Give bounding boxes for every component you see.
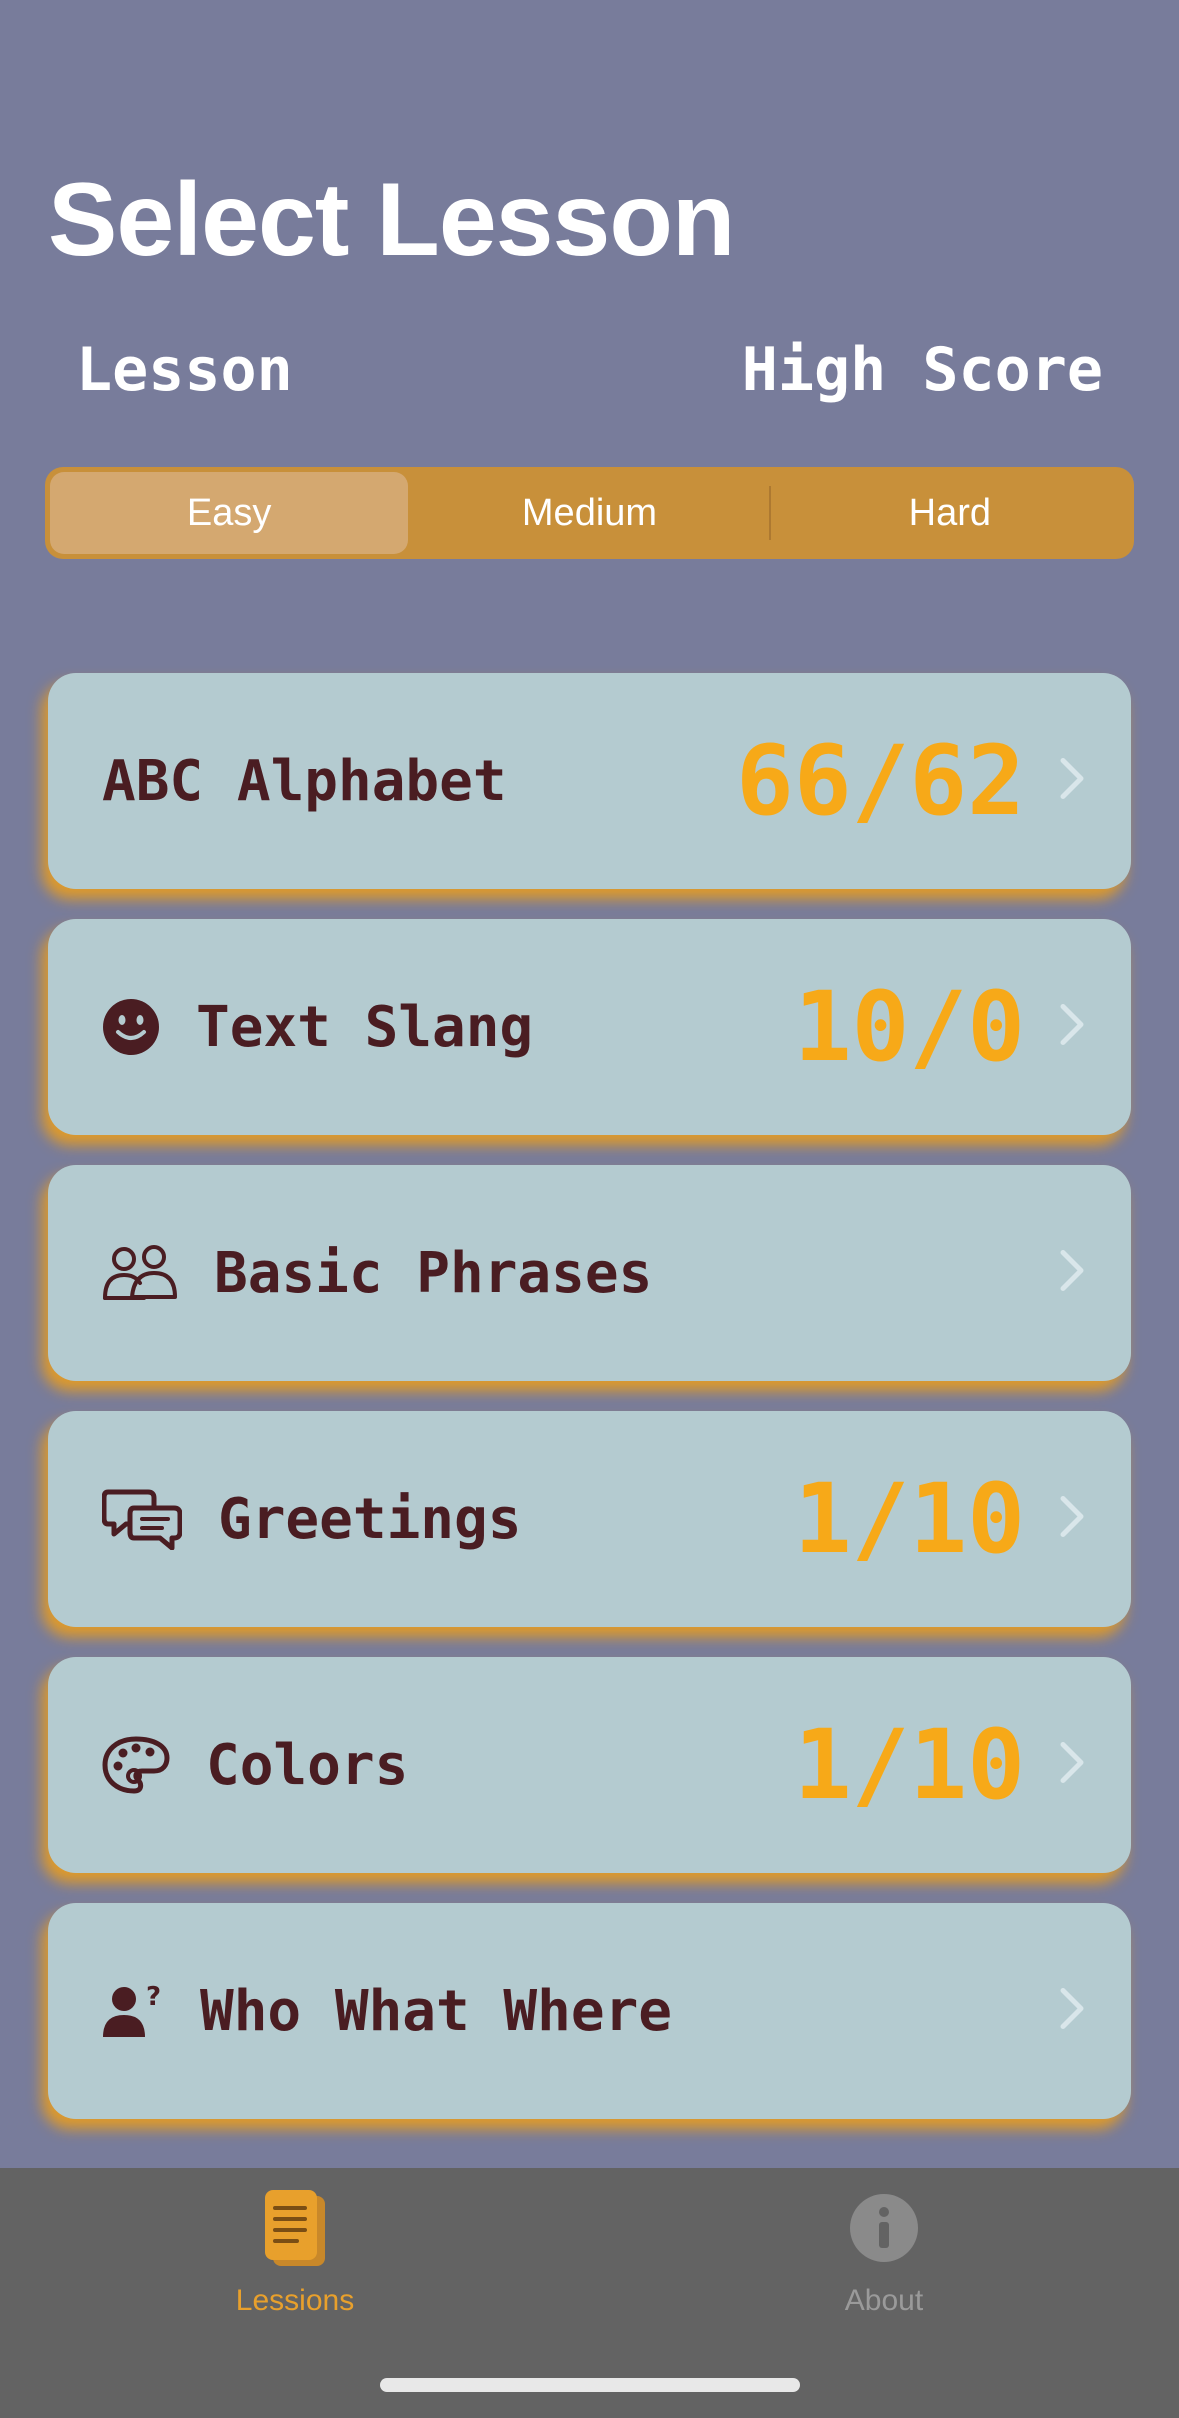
high-score-column-header: High Score	[741, 335, 1103, 405]
chat-bubbles-icon	[102, 1488, 182, 1550]
lesson-score: 10/0	[793, 971, 1025, 1083]
lesson-card-text-slang[interactable]: Text Slang 10/0	[48, 919, 1131, 1135]
lesson-card-basic-phrases[interactable]: Basic Phrases	[48, 1165, 1131, 1381]
chevron-right-icon	[1059, 757, 1085, 806]
lesson-score: 66/62	[736, 725, 1025, 837]
lesson-label: Basic Phrases	[214, 1240, 653, 1306]
tab-about-label: About	[844, 2284, 924, 2317]
segment-easy[interactable]: Easy	[50, 472, 409, 554]
home-indicator[interactable]	[380, 2378, 800, 2392]
lesson-label: Colors	[206, 1732, 409, 1798]
tab-bar: Lessions About	[0, 2168, 1179, 2418]
two-people-icon	[102, 1245, 178, 1301]
palette-icon	[102, 1736, 170, 1794]
segment-medium[interactable]: Medium	[410, 472, 768, 554]
lesson-card-abc-alphabet[interactable]: ABC Alphabet 66/62	[48, 673, 1131, 889]
document-stack-icon	[145, 2186, 445, 2270]
tab-lessons-label: Lessions	[235, 2284, 355, 2317]
segment-hard[interactable]: Hard	[771, 472, 1129, 554]
lesson-label: Text Slang	[196, 994, 534, 1060]
smiley-face-icon	[102, 998, 160, 1056]
lesson-label: Greetings	[218, 1486, 522, 1552]
chevron-right-icon	[1059, 1003, 1085, 1052]
lesson-card-greetings[interactable]: Greetings 1/10	[48, 1411, 1131, 1627]
lesson-card-who-what-where[interactable]: ? Who What Where	[48, 1903, 1131, 2119]
tab-lessons[interactable]: Lessions	[145, 2186, 445, 2318]
lesson-list: ABC Alphabet 66/62 Text Slang 10/0 Basic…	[48, 673, 1131, 2149]
tab-about[interactable]: About	[734, 2186, 1034, 2318]
chevron-right-icon	[1059, 1495, 1085, 1544]
difficulty-segmented-control[interactable]: Easy Medium Hard	[45, 467, 1134, 559]
info-icon	[734, 2186, 1034, 2270]
lesson-score: 1/10	[793, 1709, 1025, 1821]
lesson-label: ABC Alphabet	[102, 748, 507, 814]
chevron-right-icon	[1059, 1741, 1085, 1790]
lesson-score: 1/10	[793, 1463, 1025, 1575]
lesson-column-header: Lesson	[76, 335, 293, 405]
chevron-right-icon	[1059, 1249, 1085, 1298]
svg-text:?: ?	[146, 1983, 161, 2012]
page-title: Select Lesson	[48, 162, 735, 278]
person-question-icon: ?	[102, 1983, 164, 2039]
chevron-right-icon	[1059, 1987, 1085, 2036]
lesson-label: Who What Where	[200, 1978, 673, 2044]
lesson-card-colors[interactable]: Colors 1/10	[48, 1657, 1131, 1873]
